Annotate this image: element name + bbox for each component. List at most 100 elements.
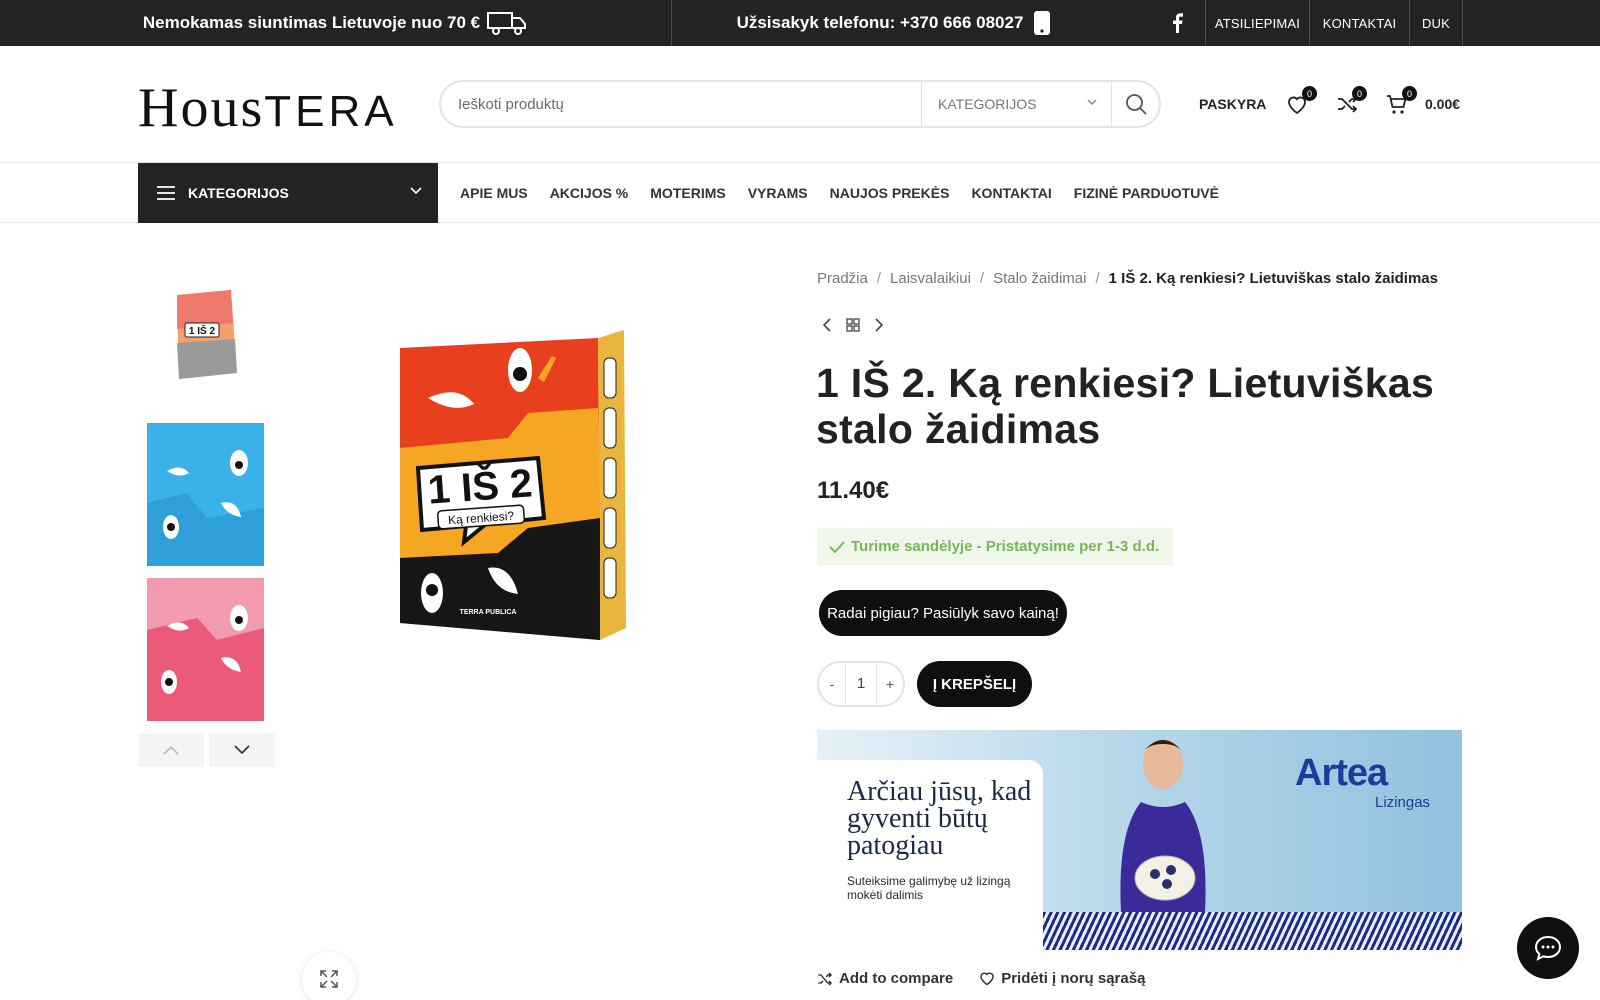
truck-icon [487, 12, 527, 35]
search-category-select[interactable]: KATEGORIJOS [921, 82, 1111, 126]
search-button[interactable] [1111, 82, 1159, 126]
nav-links: APIE MUS AKCIJOS % MOTERIMS VYRAMS NAUJO… [460, 163, 1241, 223]
chat-widget-button[interactable] [1517, 917, 1579, 979]
categories-menu-button[interactable]: KATEGORIJOS [138, 163, 438, 223]
breadcrumb-separator: / [876, 270, 882, 287]
heart-icon [980, 972, 994, 986]
next-product-icon[interactable] [874, 318, 884, 332]
banner-subtext: Suteiksime galimybę už lizingą mokėti da… [847, 874, 1011, 902]
order-by-phone[interactable]: Užsisakyk telefonu: +370 666 08027 [672, 0, 1116, 46]
chevron-down-icon [410, 187, 422, 195]
breadcrumb-board-games[interactable]: Stalo žaidimai [993, 270, 1086, 287]
leasing-banner[interactable]: Arčiau jūsų, kad gyventi būtų patogiau S… [817, 730, 1462, 950]
quantity-input[interactable]: 1 [845, 663, 877, 705]
faq-link[interactable]: DUK [1409, 0, 1463, 46]
phone-text: Užsisakyk telefonu: +370 666 08027 [736, 13, 1024, 32]
box-publisher-text: TERRA PUBLICA [460, 609, 517, 616]
cart-total[interactable]: 0.00€ [1425, 96, 1460, 112]
thumbnail-box-title: 1 IŠ 2 [188, 324, 215, 337]
chevron-down-icon [234, 745, 250, 755]
logo[interactable]: Hous TERA [138, 76, 398, 139]
breadcrumb-separator: / [1095, 270, 1100, 287]
search-input[interactable] [441, 84, 921, 124]
expand-icon [320, 970, 338, 988]
reviews-link[interactable]: ATSILIEPIMAI [1205, 0, 1309, 46]
product-title: 1 IŠ 2. Ką renkiesi? Lietuviškas stalo ž… [816, 360, 1435, 452]
nav-link-women[interactable]: MOTERIMS [650, 185, 725, 201]
box-side-icons [603, 357, 617, 599]
nav-link-new[interactable]: NAUJOS PREKĖS [830, 185, 950, 201]
breadcrumb-leisure[interactable]: Laisvalaikiui [890, 270, 971, 287]
compare-button[interactable]: 0 [1335, 86, 1367, 118]
logo-part-hous: Hous [138, 77, 265, 139]
nav-link-store[interactable]: FIZINĖ PARDUOTUVĖ [1074, 185, 1219, 201]
wishlist-button[interactable]: 0 [1285, 86, 1317, 118]
nav-link-contacts[interactable]: KONTAKTAI [971, 185, 1051, 201]
game-box-illustration: 1 IŠ 2 Ką renkiesi? TERRA PUBLICA [400, 330, 626, 640]
banner-headline: Arčiau jūsų, kad gyventi būtų patogiau [847, 776, 1032, 861]
check-icon [829, 540, 845, 553]
phone-icon [1034, 11, 1051, 35]
chevron-down-icon [1087, 99, 1097, 106]
site-header: Hous TERA KATEGORIJOS PASKYRA 0 0 0 0.00… [0, 46, 1600, 163]
free-shipping-promo: Nemokamas siuntimas Lietuvoje nuo 70 € [0, 0, 672, 46]
contacts-link[interactable]: KONTAKTAI [1309, 0, 1409, 46]
main-product-image[interactable]: 1 IŠ 2 Ką renkiesi? TERRA PUBLICA [388, 318, 638, 658]
nav-link-men[interactable]: VYRAMS [748, 185, 808, 201]
fullscreen-zoom-button[interactable] [302, 952, 356, 1000]
add-to-wishlist-link[interactable]: Pridėti į norų sąrašą [979, 970, 1145, 987]
price-offer-button[interactable]: Radai pigiau? Pasiūlyk savo kainą! [819, 590, 1067, 636]
facebook-link[interactable] [1162, 0, 1192, 46]
quantity-decrease-button[interactable]: - [819, 676, 845, 692]
top-bar: Nemokamas siuntimas Lietuvoje nuo 70 € U… [0, 0, 1600, 46]
stock-status: Turime sandėlyje - Pristatysime per 1-3 … [817, 528, 1174, 565]
shuffle-icon [818, 972, 832, 985]
add-to-compare-link[interactable]: Add to compare [817, 970, 953, 987]
breadcrumb-current: 1 IŠ 2. Ką renkiesi? Lietuviškas stalo ž… [1108, 270, 1438, 287]
search-icon [1125, 94, 1147, 115]
quantity-stepper: - 1 + [817, 661, 905, 707]
breadcrumb-home[interactable]: Pradžia [817, 270, 868, 287]
gallery-thumbnail-3[interactable] [147, 578, 264, 721]
banner-person-illustration [1113, 730, 1213, 912]
gallery-thumbnail-1[interactable]: 1 IŠ 2 [147, 277, 264, 389]
grid-icon[interactable] [846, 318, 860, 332]
menu-icon [157, 186, 175, 200]
gallery-thumbnail-2[interactable] [147, 423, 264, 566]
box-title-text: 1 IŠ 2 [426, 459, 533, 512]
banner-stripes [1043, 912, 1462, 950]
product-price: 11.40€ [817, 477, 890, 504]
add-to-cart-button[interactable]: Į KREPŠELĮ [917, 661, 1032, 707]
search-bar: KATEGORIJOS [439, 80, 1161, 128]
game-box-thumbnail: 1 IŠ 2 [176, 290, 237, 379]
person-figure [1120, 739, 1206, 912]
compare-count: 0 [1352, 86, 1367, 101]
thumbnails-prev-button[interactable] [138, 733, 204, 767]
account-link[interactable]: PASKYRA [1199, 96, 1266, 112]
chevron-up-icon [163, 745, 179, 755]
search-category-label: KATEGORIJOS [938, 96, 1037, 112]
free-shipping-text: Nemokamas siuntimas Lietuvoje nuo 70 € [142, 13, 481, 32]
chat-icon [1534, 935, 1562, 961]
categories-menu-label: KATEGORIJOS [188, 185, 289, 201]
blue-card-art [147, 450, 264, 566]
wishlist-count: 0 [1302, 86, 1317, 101]
prev-product-icon[interactable] [822, 318, 832, 332]
logo-part-tera: TERA [264, 87, 398, 136]
nav-link-sales[interactable]: AKCIJOS % [550, 185, 629, 201]
facebook-icon [1173, 13, 1183, 33]
cart-button[interactable]: 0 [1385, 86, 1417, 118]
add-to-compare-label: Add to compare [839, 970, 954, 987]
quantity-increase-button[interactable]: + [877, 676, 903, 692]
main-nav: KATEGORIJOS APIE MUS AKCIJOS % MOTERIMS … [0, 163, 1600, 223]
thumbnails-next-button[interactable] [209, 733, 275, 767]
add-to-wishlist-label: Pridėti į norų sąrašą [1001, 970, 1146, 987]
banner-brand-sub: Lizingas [1375, 794, 1431, 811]
breadcrumb-separator: / [979, 270, 985, 287]
product-navigation [822, 318, 884, 332]
nav-link-about[interactable]: APIE MUS [460, 185, 528, 201]
stock-status-text: Turime sandėlyje - Pristatysime per 1-3 … [851, 538, 1160, 555]
breadcrumb: Pradžia / Laisvalaikiui / Stalo žaidimai / 1 I… [817, 270, 1438, 287]
pink-card-art [147, 578, 264, 694]
product-actions: Add to compare Pridėti į norų sąrašą [817, 970, 1145, 987]
